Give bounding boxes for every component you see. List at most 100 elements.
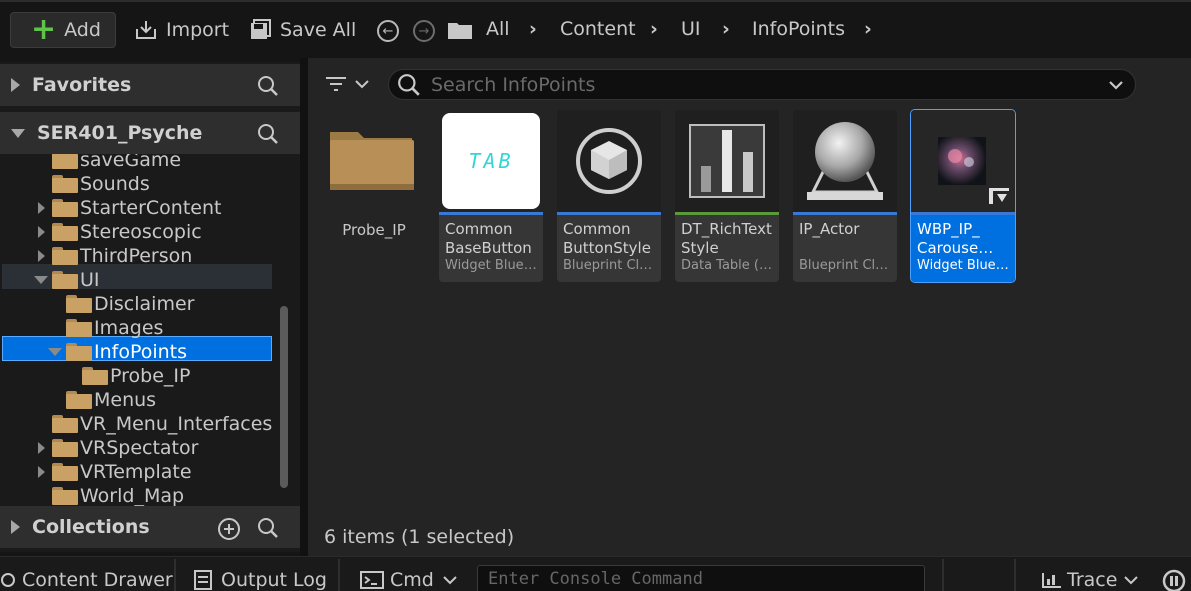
trace-label: Trace [1067, 569, 1118, 591]
content-browser-toolbar: + Add Import Save All ← → All › Content … [0, 0, 1191, 58]
save-all-button[interactable]: Save All [250, 12, 356, 48]
output-log-icon [194, 570, 212, 590]
tree-folder-savegame[interactable]: saveGame [36, 154, 181, 172]
chevron-down-icon [443, 576, 457, 585]
breadcrumb-all[interactable]: All [486, 18, 510, 40]
forward-button[interactable]: → [413, 20, 435, 42]
tree-folder-label: VR_Menu_Interfaces [80, 413, 273, 435]
tree-folder-vrspectator[interactable]: VRSpectator [36, 436, 198, 460]
search-icon[interactable] [257, 75, 279, 97]
folder-label[interactable]: Probe_IP [324, 221, 424, 239]
collapse-arrow-icon[interactable] [34, 276, 48, 284]
asset-tile[interactable]: Common ButtonStyle Blueprint Class [557, 110, 661, 282]
favorites-header[interactable]: Favorites [0, 64, 300, 106]
search-icon[interactable] [257, 123, 279, 145]
tree-folder-thirdperson[interactable]: ThirdPerson [36, 244, 192, 268]
cmd-dropdown[interactable]: Cmd [360, 565, 458, 591]
folder-icon [66, 391, 92, 409]
tree-scrollbar[interactable] [280, 306, 288, 488]
expand-arrow-icon[interactable] [36, 442, 46, 454]
tree-folder-label: Stereoscopic [80, 221, 202, 243]
add-collection-icon[interactable] [217, 517, 241, 541]
tree-folder-label: Probe_IP [110, 365, 191, 387]
folder-icon [52, 487, 78, 505]
asset-tile-selected[interactable]: WBP_IP_ Carouse… Widget Bluep… [910, 109, 1016, 283]
folder-icon[interactable] [447, 20, 473, 40]
chevron-down-icon[interactable] [1107, 76, 1125, 94]
tree-folder-vrtemplate[interactable]: VRTemplate [36, 460, 192, 484]
tree-folder-images[interactable]: Images [50, 316, 163, 340]
output-log-button[interactable]: Output Log [193, 565, 327, 591]
console-command-input[interactable] [488, 569, 908, 589]
tree-folder-stereoscopic[interactable]: Stereoscopic [36, 220, 202, 244]
folder-icon [52, 247, 78, 265]
filter-button[interactable] [324, 74, 370, 94]
tree-folder-label: InfoPoints [94, 341, 188, 363]
tree-folder-disclaimer[interactable]: Disclaimer [50, 292, 194, 316]
tree-folder-label: UI [80, 269, 100, 291]
breadcrumb-infopoints[interactable]: InfoPoints [752, 18, 845, 40]
import-button-label: Import [166, 19, 230, 41]
search-input[interactable] [431, 73, 1091, 96]
asset-name: WBP_IP_ Carouse… [917, 220, 994, 257]
breadcrumb-chevron-icon[interactable]: › [722, 18, 730, 40]
breadcrumb-chevron-icon[interactable]: › [650, 18, 658, 40]
divider [1014, 559, 1016, 591]
output-log-label: Output Log [221, 569, 327, 591]
asset-search-bar[interactable] [388, 69, 1136, 100]
asset-tile[interactable]: DT_RichText Style Data Table (R… [675, 110, 779, 282]
panel-splitter[interactable] [300, 58, 308, 556]
data-table-icon [689, 124, 765, 198]
expand-arrow-icon[interactable] [36, 466, 46, 478]
folder-icon [82, 367, 108, 385]
tree-folder-menus[interactable]: Menus [50, 388, 156, 412]
content-drawer-button[interactable]: Content Drawer [0, 565, 173, 591]
tree-folder-startercontent[interactable]: StarterContent [36, 196, 221, 220]
tree-folder-ui[interactable]: UI [34, 268, 100, 292]
tree-folder-label: VRSpectator [80, 437, 199, 459]
chevron-down-icon [1124, 576, 1139, 585]
collections-header[interactable]: Collections [0, 506, 300, 548]
folder-icon [66, 295, 92, 313]
expand-arrow-icon[interactable] [36, 250, 46, 262]
console-command-box[interactable] [477, 565, 925, 591]
filter-icon [326, 77, 346, 91]
expand-arrow-icon[interactable] [36, 202, 46, 214]
item-count-status: 6 items (1 selected) [324, 526, 515, 548]
asset-tile[interactable]: TAB Common BaseButton Widget Bluep… [439, 110, 543, 282]
collapse-arrow-icon [11, 520, 20, 534]
tab-thumbnail-text: TAB [468, 149, 514, 173]
breadcrumb-chevron-icon[interactable]: › [864, 18, 872, 40]
asset-tile[interactable]: IP_Actor Blueprint Class [793, 110, 897, 282]
tree-folder-sounds[interactable]: Sounds [36, 172, 150, 196]
source-control-icon[interactable] [1162, 569, 1186, 591]
divider [942, 559, 944, 591]
add-button[interactable]: + Add [10, 12, 116, 48]
back-button[interactable]: ← [377, 20, 399, 42]
tree-folder-probe-ip[interactable]: Probe_IP [66, 364, 190, 388]
asset-type: Blueprint Class [563, 258, 655, 273]
breadcrumb-content[interactable]: Content [560, 18, 636, 40]
tree-folder-vr-menu-interfaces[interactable]: VR_Menu_Interfaces [36, 412, 272, 436]
blueprint-class-icon [576, 128, 642, 194]
asset-type: Data Table (R… [681, 258, 773, 273]
project-header[interactable]: SER401_Psyche [0, 112, 300, 154]
trace-icon [1042, 573, 1061, 588]
folder-icon [52, 271, 78, 289]
breadcrumb-ui[interactable]: UI [681, 18, 701, 40]
tree-folder-world-map[interactable]: World_Map [36, 484, 184, 506]
import-button[interactable]: Import [134, 12, 229, 48]
trace-dropdown[interactable]: Trace [1041, 565, 1139, 591]
collections-label: Collections [32, 516, 150, 538]
tree-folder-label: ThirdPerson [80, 245, 193, 267]
expand-arrow-icon[interactable] [36, 226, 46, 238]
search-icon[interactable] [257, 517, 279, 539]
asset-name: Common BaseButton [445, 220, 532, 257]
arrow-right-icon: → [418, 23, 430, 39]
folder-icon[interactable] [328, 126, 416, 192]
breadcrumb-chevron-icon[interactable]: › [529, 18, 537, 40]
collapse-arrow-icon[interactable] [48, 348, 62, 356]
tree-folder-label: saveGame [80, 154, 182, 171]
expand-arrow-icon [11, 128, 25, 138]
tree-folder-infopoints[interactable]: InfoPoints [48, 340, 188, 364]
